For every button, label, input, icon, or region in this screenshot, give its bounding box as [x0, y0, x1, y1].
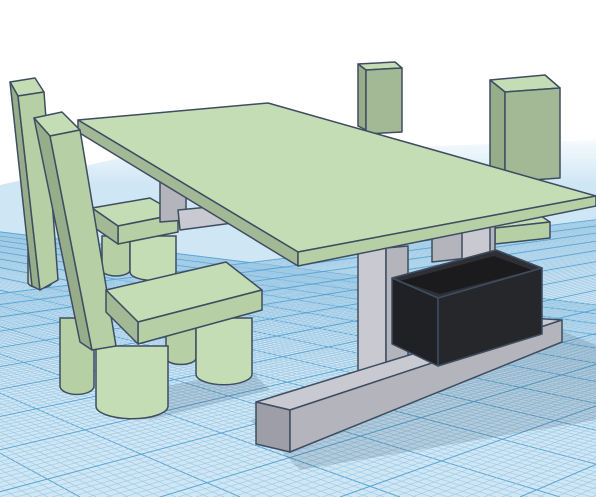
3d-scene[interactable] — [0, 0, 596, 497]
3d-viewport[interactable] — [0, 0, 596, 497]
chair-back-middle[interactable] — [357, 61, 403, 135]
